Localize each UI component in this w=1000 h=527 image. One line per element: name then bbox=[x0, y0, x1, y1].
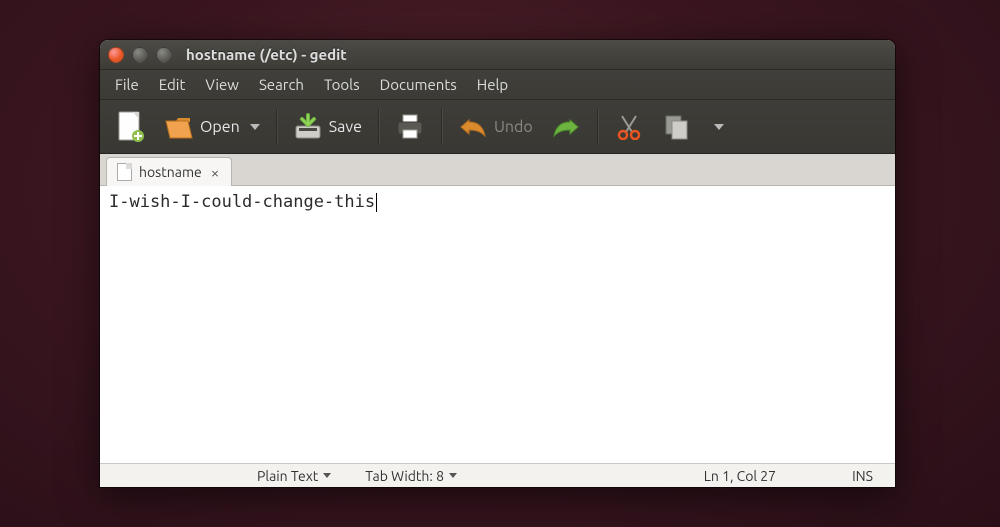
close-tab-icon[interactable]: × bbox=[209, 164, 221, 181]
menubar: File Edit View Search Tools Documents He… bbox=[100, 70, 895, 100]
redo-icon bbox=[551, 112, 581, 142]
new-button[interactable] bbox=[110, 108, 152, 146]
maximize-icon[interactable] bbox=[156, 47, 172, 63]
new-document-icon bbox=[116, 112, 146, 142]
mode-label: INS bbox=[852, 468, 873, 484]
toolbar-separator bbox=[378, 109, 379, 145]
text-editor[interactable]: I-wish-I-could-change-this bbox=[100, 186, 895, 463]
save-icon bbox=[293, 112, 323, 142]
statusbar: Plain Text Tab Width: 8 Ln 1, Col 27 INS bbox=[100, 463, 895, 487]
minimize-icon[interactable] bbox=[132, 47, 148, 63]
titlebar[interactable]: hostname (/etc) - gedit bbox=[100, 40, 895, 70]
cut-icon bbox=[614, 112, 644, 142]
menu-search[interactable]: Search bbox=[250, 72, 313, 97]
chevron-down-icon[interactable] bbox=[250, 124, 260, 130]
chevron-down-icon bbox=[449, 473, 457, 478]
open-button[interactable]: Open bbox=[158, 108, 266, 146]
tabwidth-label: Tab Width: 8 bbox=[365, 468, 444, 484]
toolbar-overflow[interactable] bbox=[704, 120, 730, 134]
print-button[interactable] bbox=[389, 108, 431, 146]
redo-button[interactable] bbox=[545, 108, 587, 146]
cut-button[interactable] bbox=[608, 108, 650, 146]
copy-icon bbox=[662, 112, 692, 142]
toolbar: Open Save Undo bbox=[100, 100, 895, 154]
tab-hostname[interactable]: hostname × bbox=[106, 157, 232, 186]
open-label: Open bbox=[200, 118, 240, 136]
tab-label: hostname bbox=[139, 164, 202, 180]
menu-documents[interactable]: Documents bbox=[371, 72, 466, 97]
save-label: Save bbox=[329, 118, 362, 136]
language-label: Plain Text bbox=[257, 468, 318, 484]
open-folder-icon bbox=[164, 112, 194, 142]
tabwidth-selector[interactable]: Tab Width: 8 bbox=[357, 468, 465, 484]
menu-tools[interactable]: Tools bbox=[315, 72, 369, 97]
chevron-down-icon bbox=[323, 473, 331, 478]
menu-help[interactable]: Help bbox=[468, 72, 517, 97]
undo-button[interactable]: Undo bbox=[452, 108, 539, 146]
save-button[interactable]: Save bbox=[287, 108, 368, 146]
menu-edit[interactable]: Edit bbox=[150, 72, 195, 97]
copy-button[interactable] bbox=[656, 108, 698, 146]
app-window: hostname (/etc) - gedit File Edit View S… bbox=[100, 40, 895, 487]
position-label: Ln 1, Col 27 bbox=[704, 468, 776, 484]
window-title: hostname (/etc) - gedit bbox=[186, 46, 347, 63]
toolbar-separator bbox=[276, 109, 277, 145]
close-icon[interactable] bbox=[108, 47, 124, 63]
menu-file[interactable]: File bbox=[106, 72, 148, 97]
toolbar-separator bbox=[441, 109, 442, 145]
chevron-down-icon bbox=[714, 124, 724, 130]
undo-icon bbox=[458, 112, 488, 142]
cursor-position: Ln 1, Col 27 bbox=[696, 468, 784, 484]
undo-label: Undo bbox=[494, 118, 533, 136]
menu-view[interactable]: View bbox=[196, 72, 248, 97]
tab-bar: hostname × bbox=[100, 154, 895, 186]
editor-content: I-wish-I-could-change-this bbox=[109, 192, 375, 212]
document-icon bbox=[117, 163, 132, 181]
toolbar-separator bbox=[597, 109, 598, 145]
insert-mode[interactable]: INS bbox=[844, 468, 881, 484]
text-cursor bbox=[376, 193, 377, 212]
language-selector[interactable]: Plain Text bbox=[249, 468, 339, 484]
print-icon bbox=[395, 112, 425, 142]
